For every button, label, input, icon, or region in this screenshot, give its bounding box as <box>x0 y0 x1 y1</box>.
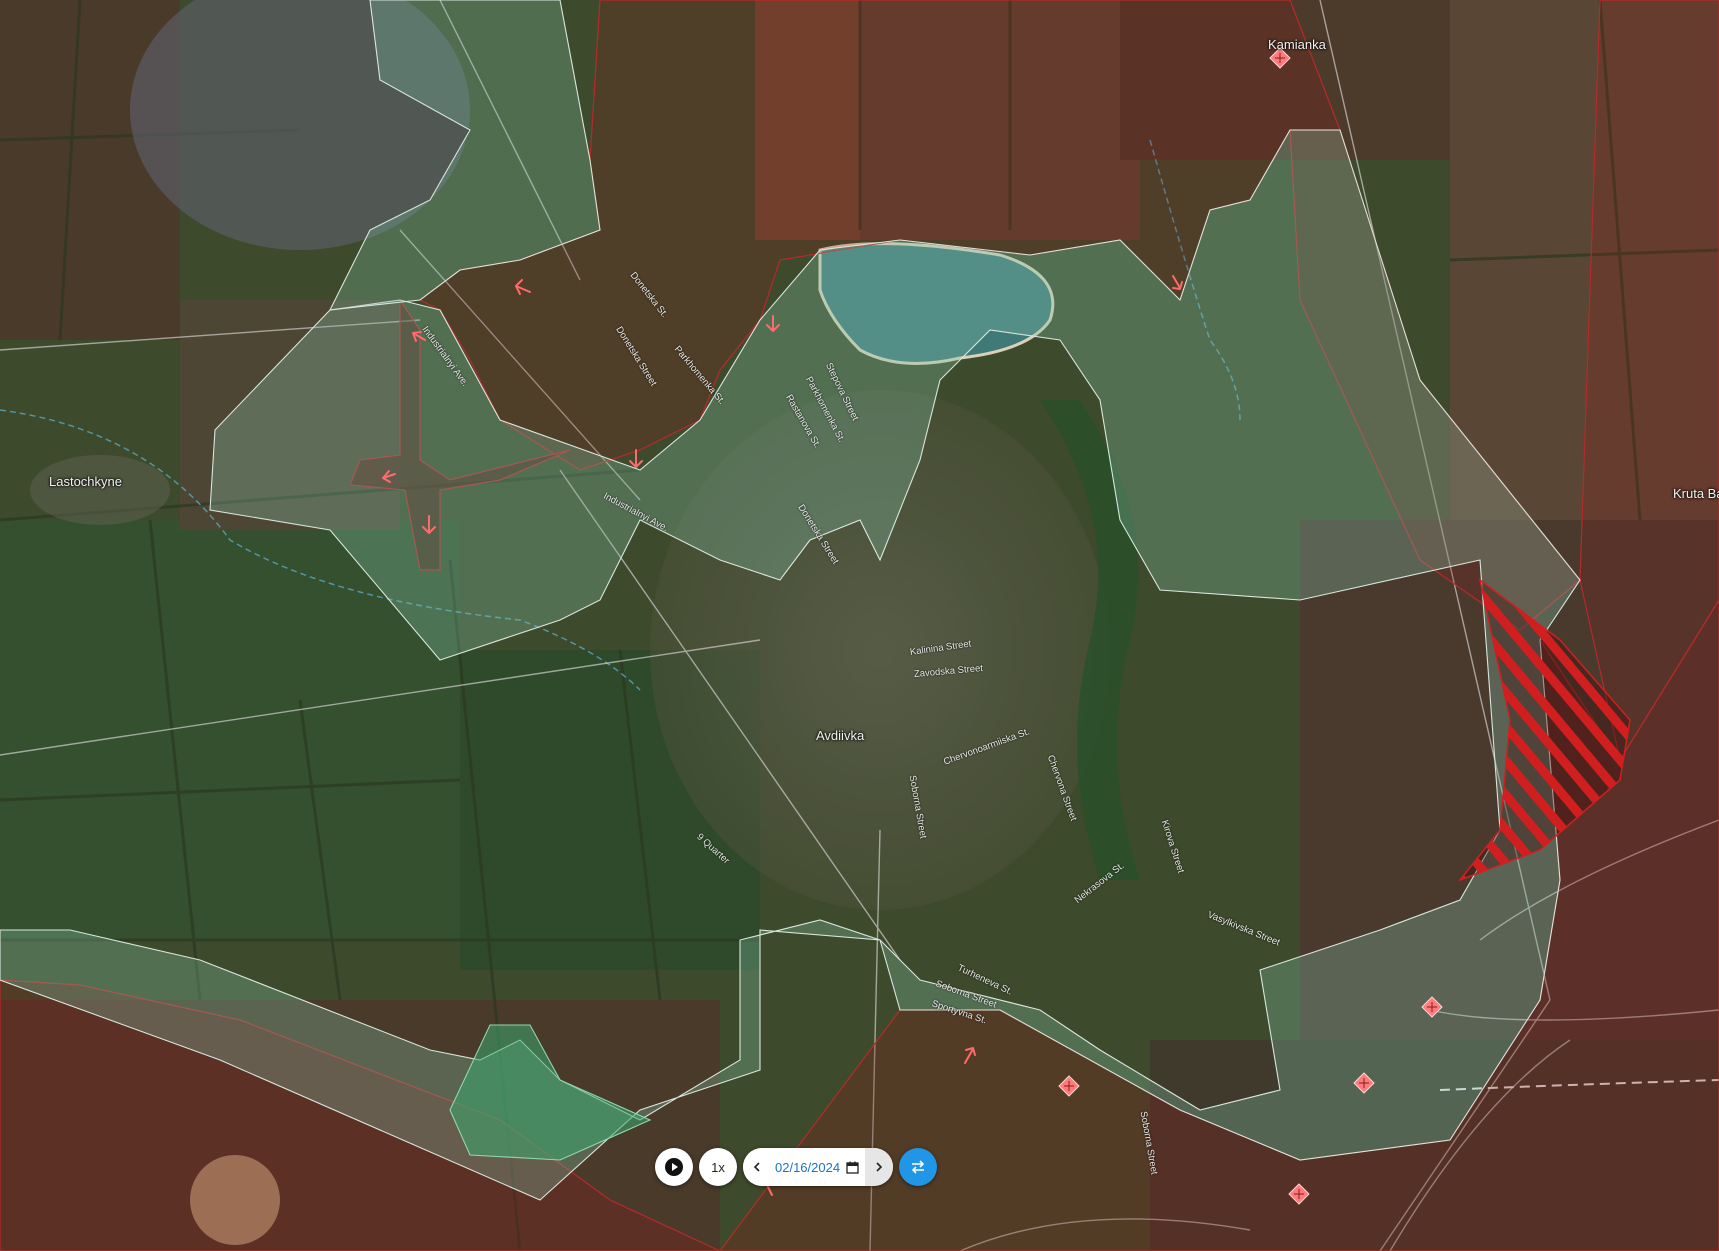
chevron-right-icon <box>876 1162 883 1172</box>
date-picker: 02/16/2024 <box>743 1148 894 1186</box>
place-label-kruta-balka: Kruta Ba <box>1673 486 1719 501</box>
previous-date-button[interactable] <box>743 1148 771 1186</box>
play-icon <box>665 1158 683 1176</box>
map-canvas[interactable] <box>0 0 1719 1251</box>
play-button[interactable] <box>655 1148 693 1186</box>
timeline-controls: 1x 02/16/2024 <box>655 1147 938 1187</box>
date-value: 02/16/2024 <box>775 1159 841 1175</box>
swap-icon <box>911 1160 925 1174</box>
next-date-button[interactable] <box>865 1148 894 1186</box>
chevron-left-icon <box>753 1162 760 1172</box>
calendar-icon[interactable] <box>846 1161 859 1174</box>
speed-button[interactable]: 1x <box>699 1148 737 1186</box>
date-input[interactable]: 02/16/2024 <box>771 1148 865 1186</box>
swap-layers-button[interactable] <box>899 1148 938 1186</box>
speed-label: 1x <box>711 1159 725 1175</box>
place-label-lastochkyne: Lastochkyne <box>49 474 122 489</box>
place-label-avdiivka: Avdiivka <box>816 728 865 743</box>
place-label-kamianka: Kamianka <box>1268 37 1326 52</box>
